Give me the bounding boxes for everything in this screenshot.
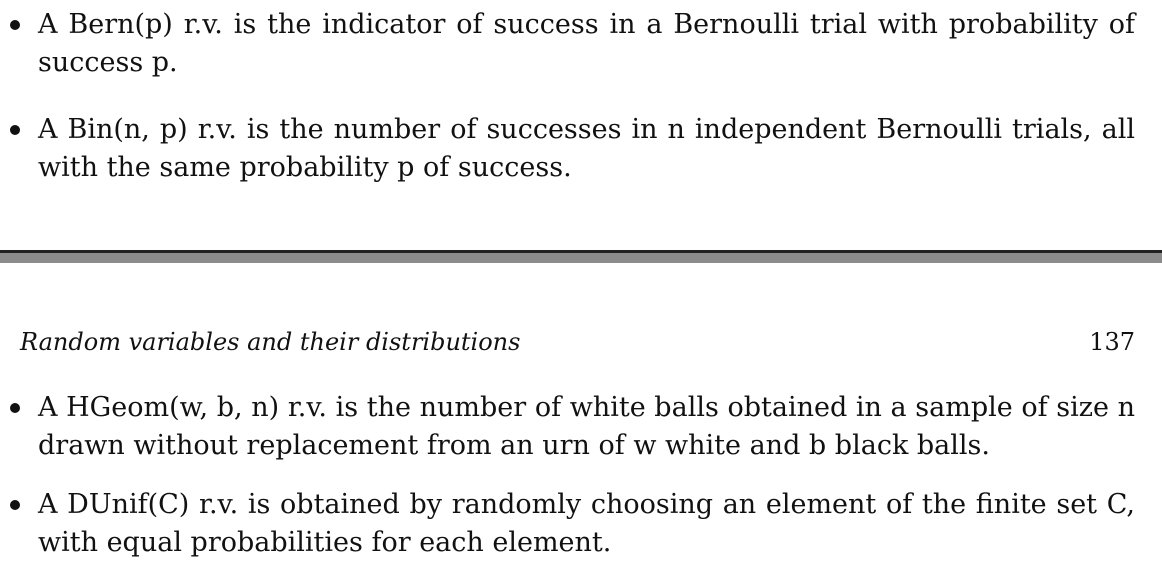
- list-item-text: A Bern(p) r.v. is the indicator of succe…: [38, 6, 1135, 82]
- bullet-icon: [10, 403, 20, 413]
- bullet-icon: [10, 125, 20, 135]
- list-item-line: drawn without replacement from an urn of…: [38, 430, 990, 461]
- page-number: 137: [1089, 328, 1135, 356]
- list-item-text: A HGeom(w, b, n) r.v. is the number of w…: [38, 389, 1135, 465]
- list-item-line: success p.: [38, 47, 178, 78]
- bottom-page-fragment: Random variables and their distributions…: [0, 263, 1162, 562]
- list-item-line: A DUnif(C) r.v. is obtained by randomly …: [38, 489, 1135, 520]
- running-head: Random variables and their distributions: [20, 328, 521, 356]
- list-item-line: A Bin(n, p) r.v. is the number of succes…: [38, 114, 1135, 145]
- list-item-text: A Bin(n, p) r.v. is the number of succes…: [38, 111, 1135, 187]
- separator-gray-band: [0, 253, 1162, 263]
- list-item-line: A Bern(p) r.v. is the indicator of succe…: [38, 9, 1135, 40]
- list-item-text: A DUnif(C) r.v. is obtained by randomly …: [38, 486, 1135, 562]
- list-item-line: A HGeom(w, b, n) r.v. is the number of w…: [38, 392, 1135, 423]
- list-item-line: with equal probabilities for each elemen…: [38, 527, 612, 558]
- page-separator: [0, 250, 1162, 263]
- list-item-line: with the same probability p of success.: [38, 152, 572, 183]
- bullet-icon: [10, 500, 20, 510]
- bullet-icon: [10, 20, 20, 30]
- top-page-fragment: A Bern(p) r.v. is the indicator of succe…: [0, 0, 1162, 250]
